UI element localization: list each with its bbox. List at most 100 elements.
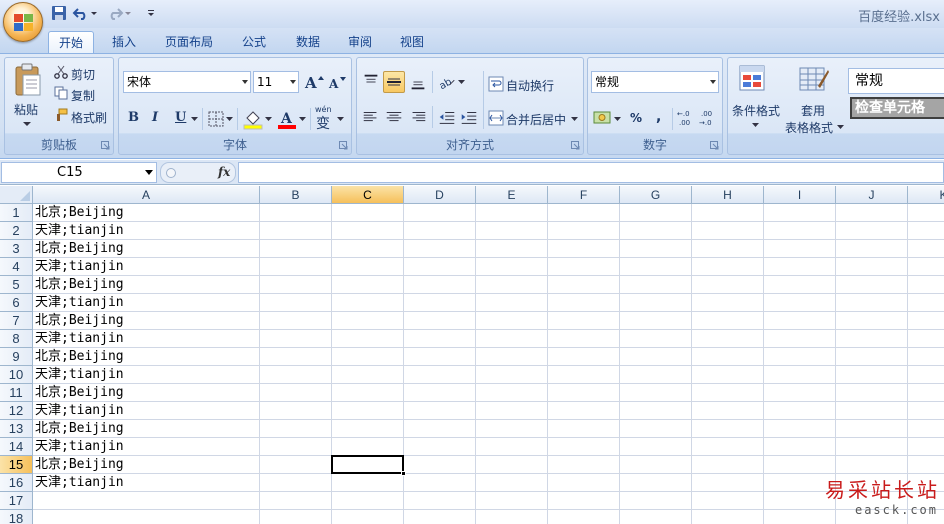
cell-a5[interactable]: 北京;Beijing	[35, 276, 124, 294]
tab-formulas[interactable]: 公式	[232, 31, 276, 54]
tab-page-layout[interactable]: 页面布局	[156, 31, 222, 54]
column-header-j[interactable]: J	[836, 186, 908, 204]
fill-color-dropdown-icon[interactable]	[265, 116, 272, 122]
row-header-9[interactable]: 9	[0, 348, 33, 366]
office-button[interactable]	[3, 2, 43, 42]
paste-icon[interactable]	[13, 63, 43, 97]
number-launcher-icon[interactable]	[710, 141, 719, 150]
align-left-icon[interactable]	[360, 106, 382, 128]
name-box[interactable]: C15	[1, 162, 157, 183]
row-header-1[interactable]: 1	[0, 204, 33, 222]
insert-function-button[interactable]: fx	[218, 165, 230, 179]
paste-button[interactable]: 粘贴	[14, 101, 38, 118]
align-top-icon[interactable]	[360, 71, 382, 93]
phonetic-dropdown-icon[interactable]	[337, 116, 344, 122]
font-size-combo[interactable]: 11	[253, 71, 299, 93]
currency-dropdown-icon[interactable]	[614, 116, 621, 122]
column-header-e[interactable]: E	[476, 186, 548, 204]
clipboard-launcher-icon[interactable]	[101, 141, 110, 150]
cell-style-normal[interactable]: 常规	[848, 68, 944, 94]
align-center-icon[interactable]	[383, 106, 405, 128]
tab-insert[interactable]: 插入	[102, 31, 146, 54]
cell-a14[interactable]: 天津;tianjin	[35, 438, 124, 456]
worksheet-grid[interactable]: ABCDEFGHIJK 1 2 3 4 5 6 7 8 9 10 11 12 13 14 15 16 17 18 …	[0, 186, 944, 524]
column-header-b[interactable]: B	[260, 186, 332, 204]
cell-a9[interactable]: 北京;Beijing	[35, 348, 124, 366]
font-name-combo[interactable]: 宋体	[123, 71, 251, 93]
font-color-dropdown-icon[interactable]	[299, 116, 306, 122]
cell-a8[interactable]: 天津;tianjin	[35, 330, 124, 348]
italic-button[interactable]: I	[152, 110, 158, 125]
conditional-format-button[interactable]: 条件格式	[732, 102, 780, 119]
font-color-icon[interactable]: A	[276, 108, 298, 130]
column-header-k[interactable]: K	[908, 186, 944, 204]
currency-format-icon[interactable]	[593, 109, 613, 127]
font-launcher-icon[interactable]	[339, 141, 348, 150]
increase-decimal-icon[interactable]: ←.0 .00	[676, 108, 696, 128]
row-header-4[interactable]: 4	[0, 258, 33, 276]
redo-icon[interactable]	[106, 4, 124, 22]
undo-icon[interactable]	[72, 4, 90, 22]
tab-review[interactable]: 审阅	[338, 31, 382, 54]
merge-dropdown-icon[interactable]	[571, 116, 578, 122]
alignment-launcher-icon[interactable]	[571, 141, 580, 150]
format-painter-button[interactable]: 格式刷	[71, 109, 107, 126]
row-header-6[interactable]: 6	[0, 294, 33, 312]
column-header-c[interactable]: C	[332, 186, 404, 204]
cell-a7[interactable]: 北京;Beijing	[35, 312, 124, 330]
decrease-decimal-icon[interactable]: .00 →.0	[698, 108, 718, 128]
row-header-13[interactable]: 13	[0, 420, 33, 438]
cell-a6[interactable]: 天津;tianjin	[35, 294, 124, 312]
row-header-14[interactable]: 14	[0, 438, 33, 456]
orientation-icon[interactable]: ab	[436, 71, 458, 93]
select-all-button[interactable]	[0, 186, 33, 204]
cell-a11[interactable]: 北京;Beijing	[35, 384, 124, 402]
conditional-format-dropdown-icon[interactable]	[752, 122, 759, 128]
cell-a16[interactable]: 天津;tianjin	[35, 474, 124, 492]
column-header-f[interactable]: F	[548, 186, 620, 204]
copy-button[interactable]: 复制	[71, 87, 95, 104]
merge-center-button[interactable]: 合并后居中	[506, 111, 566, 128]
row-header-15[interactable]: 15	[0, 456, 33, 474]
cell-a15[interactable]: 北京;Beijing	[35, 456, 124, 474]
number-format-combo[interactable]: 常规	[591, 71, 719, 93]
bold-button[interactable]: B	[128, 110, 139, 125]
cell-a2[interactable]: 天津;tianjin	[35, 222, 124, 240]
active-cell[interactable]	[331, 455, 404, 474]
comma-button[interactable]: ,	[656, 109, 661, 125]
cut-button[interactable]: 剪切	[71, 66, 95, 83]
border-dropdown-icon[interactable]	[226, 116, 233, 122]
wrap-text-button[interactable]: 自动换行	[506, 77, 554, 94]
cell-a10[interactable]: 天津;tianjin	[35, 366, 124, 384]
row-header-3[interactable]: 3	[0, 240, 33, 258]
formula-input[interactable]	[238, 162, 944, 183]
fill-handle[interactable]	[401, 471, 406, 476]
column-header-h[interactable]: H	[692, 186, 764, 204]
fill-color-icon[interactable]	[242, 108, 264, 130]
align-right-icon[interactable]	[407, 106, 429, 128]
align-bottom-icon[interactable]	[407, 71, 429, 93]
column-header-a[interactable]: A	[33, 186, 260, 204]
undo-dropdown-icon[interactable]	[90, 4, 98, 22]
row-header-5[interactable]: 5	[0, 276, 33, 294]
column-header-g[interactable]: G	[620, 186, 692, 204]
name-box-dropdown-icon[interactable]	[145, 170, 153, 175]
row-header-17[interactable]: 17	[0, 492, 33, 510]
phonetic-guide-icon[interactable]: 变	[315, 113, 335, 131]
customize-toolbar-icon[interactable]	[146, 4, 156, 22]
row-header-12[interactable]: 12	[0, 402, 33, 420]
column-header-i[interactable]: I	[764, 186, 836, 204]
row-header-11[interactable]: 11	[0, 384, 33, 402]
redo-dropdown-icon[interactable]	[124, 4, 132, 22]
format-as-table-dropdown-icon[interactable]	[837, 124, 844, 130]
grow-font-icon[interactable]: A	[303, 72, 325, 92]
row-header-2[interactable]: 2	[0, 222, 33, 240]
format-as-table-button[interactable]: 表格格式	[785, 119, 833, 136]
orientation-dropdown-icon[interactable]	[458, 79, 465, 85]
save-icon[interactable]	[50, 4, 68, 22]
row-header-7[interactable]: 7	[0, 312, 33, 330]
row-header-18[interactable]: 18	[0, 510, 33, 524]
increase-indent-icon[interactable]	[458, 106, 480, 128]
row-header-16[interactable]: 16	[0, 474, 33, 492]
cell-style-check[interactable]: 检查单元格	[850, 97, 944, 119]
